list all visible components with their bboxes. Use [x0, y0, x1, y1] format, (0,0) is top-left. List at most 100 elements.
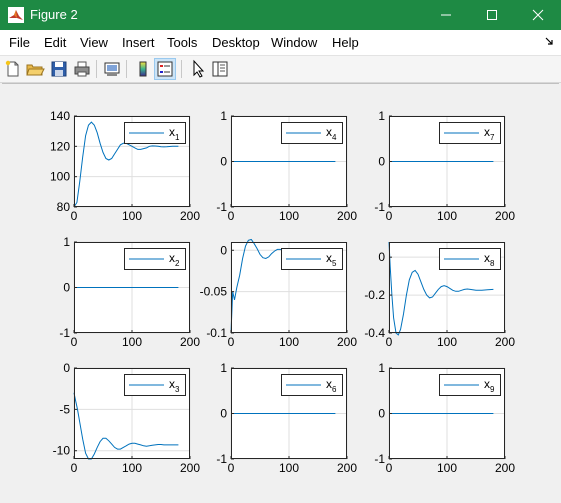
y-tick-label: 1: [220, 109, 227, 123]
maximize-icon: [487, 10, 497, 20]
print-icon[interactable]: [72, 59, 92, 79]
subplot-8: 0 100 200-101x 6: [216, 361, 357, 475]
legend-x4: x4: [281, 122, 343, 144]
x-tick-label: 200: [337, 461, 357, 475]
x-tick-label: 100: [437, 209, 457, 223]
x-tick-label: 200: [495, 209, 515, 223]
dock-figure-icon[interactable]: [544, 36, 554, 46]
legend-subscript: 4: [332, 133, 337, 142]
menu-tools[interactable]: Tools: [167, 35, 197, 50]
y-tick-label: -1: [374, 452, 385, 466]
subplot-7: 0 100 200 -10 -5 0 x 3: [53, 361, 201, 475]
x-tick-label: 0: [228, 209, 235, 223]
y-tick-label: -0.1: [206, 326, 227, 340]
y-tick-label: -0.05: [200, 285, 228, 299]
x-tick-label: 0: [386, 461, 393, 475]
toolbar-separator: [181, 60, 182, 78]
legend-x5: x5: [281, 248, 343, 270]
x-tick-label: 0: [228, 335, 235, 349]
y-tick-label: -1: [374, 200, 385, 214]
menu-edit[interactable]: Edit: [44, 35, 66, 50]
subplot-4: 0 100 200-101x 2: [59, 235, 200, 349]
y-tick-label: 80: [57, 200, 71, 214]
subplot-5: 0 100 200 -0.1 -0.05 0 x 5: [200, 238, 357, 349]
subplot-6: 0 100 200 -0.4 -0.2 0 x 8: [364, 241, 515, 349]
close-icon: [532, 9, 544, 21]
y-tick-label: 1: [63, 235, 70, 249]
x-tick-label: 100: [279, 335, 299, 349]
y-tick-label: 140: [50, 109, 70, 123]
close-button[interactable]: [515, 0, 561, 30]
y-tick-label: 0: [220, 155, 227, 169]
legend-subscript: 5: [332, 259, 337, 268]
edit-plot-icon[interactable]: [188, 59, 208, 79]
y-tick-label: 0: [378, 155, 385, 169]
y-tick-label: 0: [378, 250, 385, 264]
menu-window[interactable]: Window: [271, 35, 317, 50]
x-tick-label: 200: [337, 209, 357, 223]
y-tick-label: 0: [63, 361, 70, 375]
legend-x8: x8: [439, 248, 501, 270]
y-tick-label: 0: [220, 243, 227, 257]
y-tick-label: -10: [53, 444, 71, 458]
menu-bar: File Edit View Insert Tools Desktop Wind…: [0, 30, 561, 56]
menu-help[interactable]: Help: [332, 35, 359, 50]
legend-subscript: 8: [490, 259, 495, 268]
y-tick-label: 0: [378, 407, 385, 421]
menu-file[interactable]: File: [9, 35, 30, 50]
y-tick-label: 0: [220, 407, 227, 421]
y-tick-label: -1: [216, 452, 227, 466]
subplot-2: 0 100 200-101x 4: [216, 109, 357, 223]
open-file-icon[interactable]: [25, 59, 45, 79]
x-tick-label: 100: [437, 335, 457, 349]
x-tick-label: 0: [228, 461, 235, 475]
window-titlebar[interactable]: Figure 2: [0, 0, 561, 30]
x-tick-label: 200: [180, 209, 200, 223]
legend-x2: x2: [124, 248, 186, 270]
y-tick-label: -1: [59, 326, 70, 340]
property-inspector-icon[interactable]: [210, 59, 230, 79]
legend-x7: x7: [439, 122, 501, 144]
menu-desktop[interactable]: Desktop: [212, 35, 260, 50]
save-icon[interactable]: [49, 59, 69, 79]
menu-view[interactable]: View: [80, 35, 108, 50]
menu-insert[interactable]: Insert: [122, 35, 155, 50]
insert-legend-icon[interactable]: [154, 58, 176, 80]
legend-x6: x6: [281, 374, 343, 396]
y-tick-label: 0: [63, 281, 70, 295]
figure-toolbar: [0, 56, 561, 83]
figure-canvas: 0 100 200 80 100 120 140 x 1 0 100 200 -1 0 1 x 4 0 100 200…: [2, 83, 559, 500]
y-tick-label: -0.2: [364, 288, 385, 302]
x-tick-label: 0: [71, 461, 78, 475]
y-tick-label: 100: [50, 170, 70, 184]
y-tick-label: 1: [378, 361, 385, 375]
window-title: Figure 2: [30, 7, 78, 22]
minimize-button[interactable]: [423, 0, 469, 30]
y-tick-label: 1: [378, 109, 385, 123]
new-figure-icon[interactable]: [3, 59, 23, 79]
toolbar-separator: [126, 60, 127, 78]
legend-subscript: 7: [490, 133, 495, 142]
legend-x3: x3: [124, 374, 186, 396]
y-tick-label: 120: [50, 139, 70, 153]
minimize-icon: [441, 14, 451, 16]
print-preview-icon[interactable]: [102, 59, 122, 79]
legend-subscript: 6: [332, 385, 337, 394]
x-tick-label: 0: [71, 335, 78, 349]
legend-x1: x1: [124, 122, 186, 144]
x-tick-label: 200: [180, 461, 200, 475]
legend-subscript: 3: [175, 385, 180, 394]
x-tick-label: 100: [122, 335, 142, 349]
x-tick-label: 100: [279, 461, 299, 475]
x-tick-label: 0: [386, 335, 393, 349]
legend-x9: x9: [439, 374, 501, 396]
subplot-3: 0 100 200-101x 7: [374, 109, 515, 223]
x-tick-label: 200: [337, 335, 357, 349]
matlab-logo-icon: [8, 7, 24, 23]
legend-subscript: 2: [175, 259, 180, 268]
x-tick-label: 100: [437, 461, 457, 475]
subplot-1: 0 100 200 80 100 120 140 x 1: [50, 109, 200, 223]
maximize-button[interactable]: [469, 0, 515, 30]
insert-colorbar-icon[interactable]: [133, 59, 153, 79]
x-tick-label: 200: [495, 335, 515, 349]
